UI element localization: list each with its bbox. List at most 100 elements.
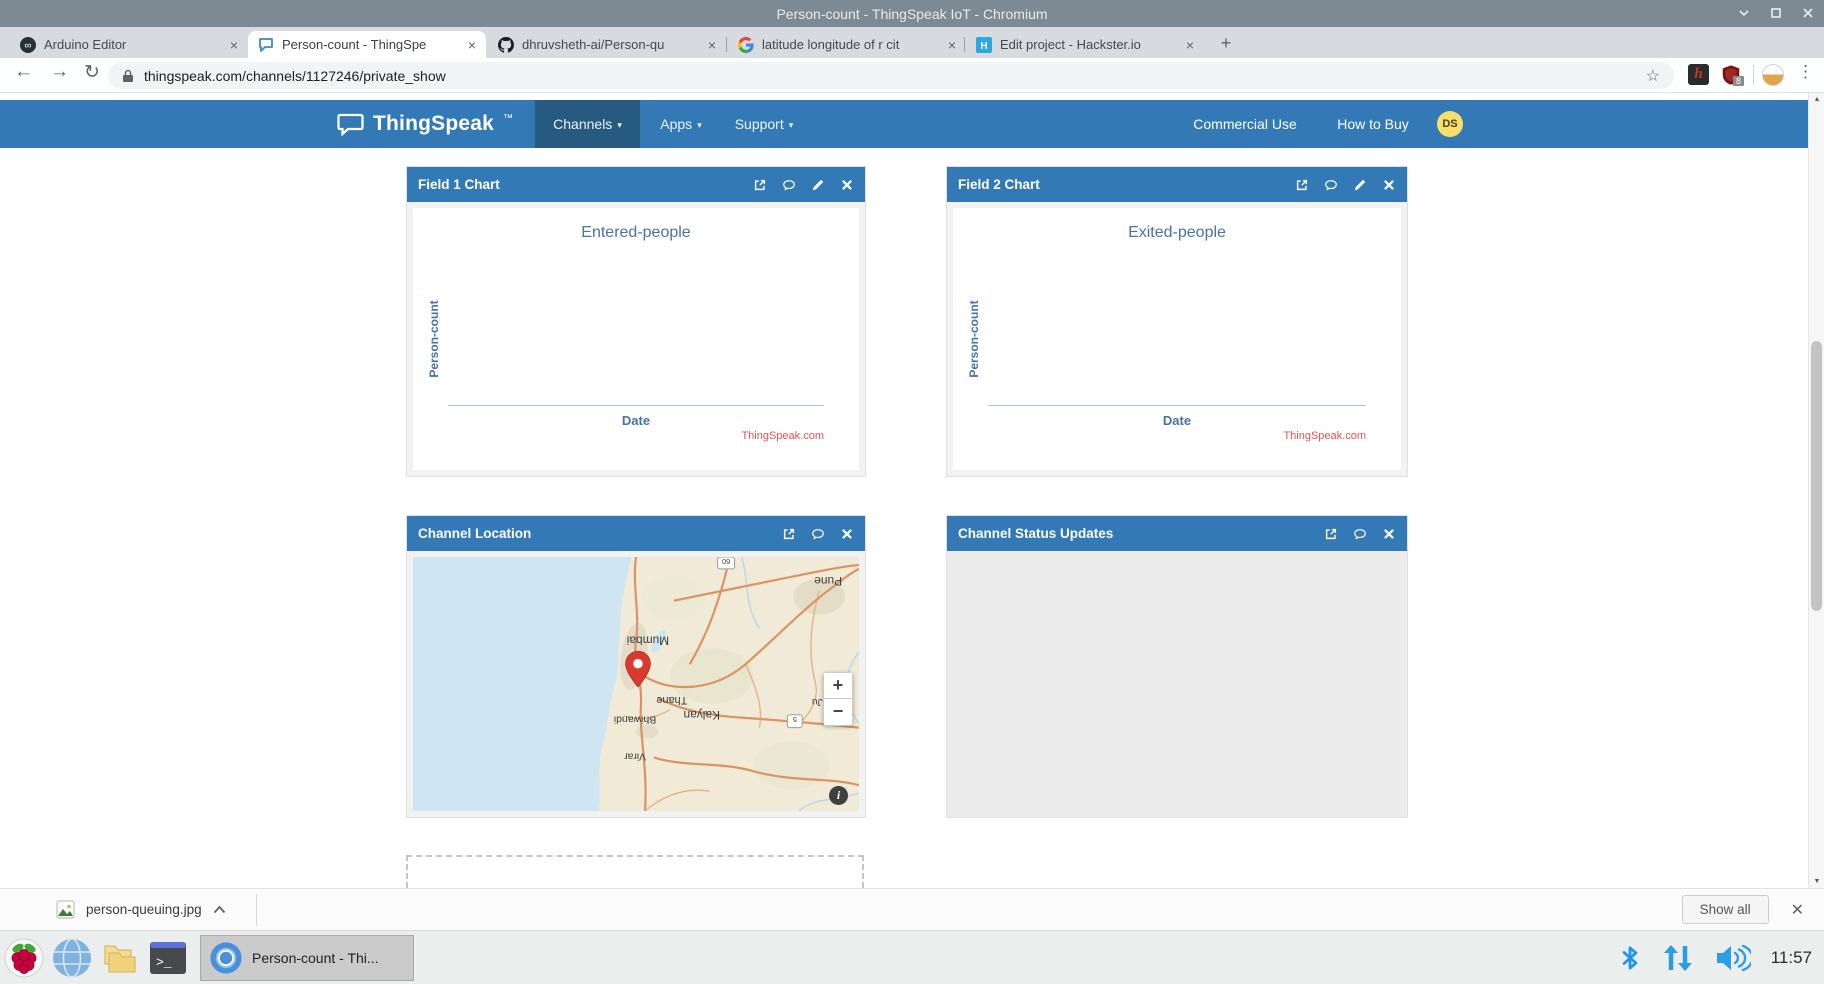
close-panel-icon[interactable] <box>840 527 854 541</box>
browser-toolbar: ← → ↻ thingspeak.com/channels/1127246/pr… <box>0 58 1824 93</box>
chart-title: Entered-people <box>413 224 859 242</box>
external-link-icon[interactable] <box>1295 178 1309 192</box>
forward-button[interactable]: → <box>50 61 69 83</box>
bookmark-star-icon[interactable]: ☆ <box>1646 66 1660 86</box>
nav-support[interactable]: Support ▾ <box>722 100 806 148</box>
user-avatar[interactable]: DS <box>1437 111 1463 137</box>
maximize-icon[interactable] <box>1770 6 1782 22</box>
field1-chart[interactable]: Entered-people Person-count Date ThingSp… <box>413 208 859 470</box>
page-scrollbar[interactable]: ▲ ▼ <box>1808 93 1824 888</box>
browser-menu-icon[interactable]: ⋮ <box>1797 62 1814 82</box>
nav-how-to-buy-label: How to Buy <box>1337 116 1409 132</box>
tab-close-icon[interactable]: × <box>230 38 238 52</box>
close-panel-icon[interactable] <box>1382 178 1396 192</box>
thingspeak-navbar: ThingSpeak ™ Channels ▾ Apps ▾ Support ▾… <box>0 100 1808 148</box>
panel-title: Field 2 Chart <box>958 177 1040 192</box>
taskbar-clock[interactable]: 11:57 <box>1771 948 1812 968</box>
tab-close-icon[interactable]: × <box>708 38 716 52</box>
download-filename[interactable]: person-queuing.jpg <box>86 902 202 917</box>
comment-icon[interactable] <box>1324 178 1338 192</box>
chart-title: Exited-people <box>953 224 1401 242</box>
volume-icon[interactable] <box>1715 943 1751 973</box>
network-traffic-icon[interactable] <box>1661 942 1695 974</box>
external-link-icon[interactable] <box>1324 527 1338 541</box>
nav-commercial-use[interactable]: Commercial Use <box>1185 100 1305 148</box>
tab-github[interactable]: dhruvsheth-ai/Person-qu × <box>488 31 726 58</box>
svg-text:Mumbai: Mumbai <box>627 633 669 647</box>
window-title: Person-count - ThingSpeak IoT - Chromium <box>776 6 1047 22</box>
channel-location-panel: Channel Location <box>406 515 866 818</box>
chart-x-label: Date <box>413 413 859 428</box>
taskbar-window-button[interactable]: Person-count - Thi... <box>200 935 414 981</box>
close-panel-icon[interactable] <box>1382 527 1396 541</box>
external-link-icon[interactable] <box>782 527 796 541</box>
raspberry-menu-button[interactable] <box>0 934 48 982</box>
svg-text:∞: ∞ <box>24 40 31 51</box>
edit-pencil-icon[interactable] <box>811 178 825 192</box>
download-bar-close-icon[interactable]: ✕ <box>1791 900 1804 920</box>
field1-chart-panel: Field 1 Chart Entered-people Person-coun… <box>406 166 866 477</box>
terminal-icon: >_ <box>149 941 187 975</box>
thingspeak-logo-icon <box>337 113 364 136</box>
tab-close-icon[interactable]: × <box>468 38 476 52</box>
file-manager-launcher[interactable] <box>96 934 144 982</box>
scrollbar-thumb[interactable] <box>1811 341 1822 611</box>
external-link-icon[interactable] <box>753 178 767 192</box>
comment-icon[interactable] <box>1353 527 1367 541</box>
nav-apps-label: Apps <box>660 116 692 132</box>
url-text[interactable]: thingspeak.com/channels/1127246/private_… <box>144 68 446 84</box>
bluetooth-icon[interactable] <box>1619 943 1641 973</box>
web-browser-launcher[interactable] <box>48 934 96 982</box>
minimize-icon[interactable] <box>1738 6 1750 22</box>
google-icon <box>738 37 754 53</box>
download-bar: person-queuing.jpg Show all ✕ <box>0 888 1824 930</box>
close-panel-icon[interactable] <box>840 178 854 192</box>
svg-text:Bhiwandi: Bhiwandi <box>614 714 656 725</box>
tab-thingspeak[interactable]: Person-count - ThingSpe × <box>248 31 486 58</box>
extension-hackster-icon[interactable]: h <box>1688 64 1709 85</box>
window-titlebar: Person-count - ThingSpeak IoT - Chromium <box>0 0 1824 27</box>
tab-hackster[interactable]: H Edit project - Hackster.io × <box>966 31 1204 58</box>
tab-google-search[interactable]: latitude longitude of r cit × <box>728 31 966 58</box>
chevron-up-icon[interactable] <box>213 905 226 914</box>
location-panel-header: Channel Location <box>407 516 865 551</box>
map-info-button[interactable]: i <box>829 786 848 805</box>
nav-apps[interactable]: Apps ▾ <box>650 100 712 148</box>
field2-chart[interactable]: Exited-people Person-count Date ThingSpe… <box>953 208 1401 470</box>
close-icon[interactable] <box>1802 6 1814 22</box>
panel-title: Channel Status Updates <box>958 526 1113 541</box>
terminal-launcher[interactable]: >_ <box>144 934 192 982</box>
nav-how-to-buy[interactable]: How to Buy <box>1330 100 1416 148</box>
svg-text:H: H <box>980 41 987 52</box>
channel-location-map[interactable]: 60 5 Pune Mumbai Thane Kalyan Bhiwandi V… <box>413 557 859 811</box>
scrollbar-up-icon[interactable]: ▲ <box>1809 96 1824 103</box>
back-button[interactable]: ← <box>14 61 33 83</box>
tab-arduino-editor[interactable]: ∞ Arduino Editor × <box>10 31 248 58</box>
ublock-badge: 8 <box>1733 76 1744 86</box>
scrollbar-down-icon[interactable]: ▼ <box>1809 878 1824 885</box>
tab-close-icon[interactable]: × <box>948 38 956 52</box>
nav-channels[interactable]: Channels ▾ <box>535 100 640 148</box>
comment-icon[interactable] <box>782 178 796 192</box>
map-zoom-out-button[interactable]: − <box>823 699 853 726</box>
folder-icon <box>100 939 140 977</box>
field2-chart-body: Exited-people Person-count Date ThingSpe… <box>947 202 1407 476</box>
reload-button[interactable]: ↻ <box>84 61 100 84</box>
comment-icon[interactable] <box>811 527 825 541</box>
svg-text:Ju: Ju <box>812 696 823 707</box>
chart-y-label: Person-count <box>967 300 981 377</box>
new-tab-button[interactable]: + <box>1212 31 1240 57</box>
panel-title: Channel Location <box>418 526 531 541</box>
hackster-icon: H <box>976 37 992 53</box>
tab-close-icon[interactable]: × <box>1186 38 1194 52</box>
extension-circle-icon[interactable] <box>1762 64 1784 86</box>
edit-pencil-icon[interactable] <box>1353 178 1367 192</box>
download-item[interactable]: person-queuing.jpg <box>56 900 226 919</box>
caret-down-icon: ▾ <box>789 120 794 131</box>
field2-chart-panel: Field 2 Chart Exited-people Person-count… <box>946 166 1408 477</box>
chart-watermark: ThingSpeak.com <box>741 430 824 442</box>
show-all-button[interactable]: Show all <box>1682 895 1769 924</box>
address-bar[interactable]: thingspeak.com/channels/1127246/private_… <box>108 62 1674 89</box>
map-zoom-in-button[interactable]: + <box>823 672 853 699</box>
thingspeak-brand[interactable]: ThingSpeak ™ <box>337 100 513 148</box>
